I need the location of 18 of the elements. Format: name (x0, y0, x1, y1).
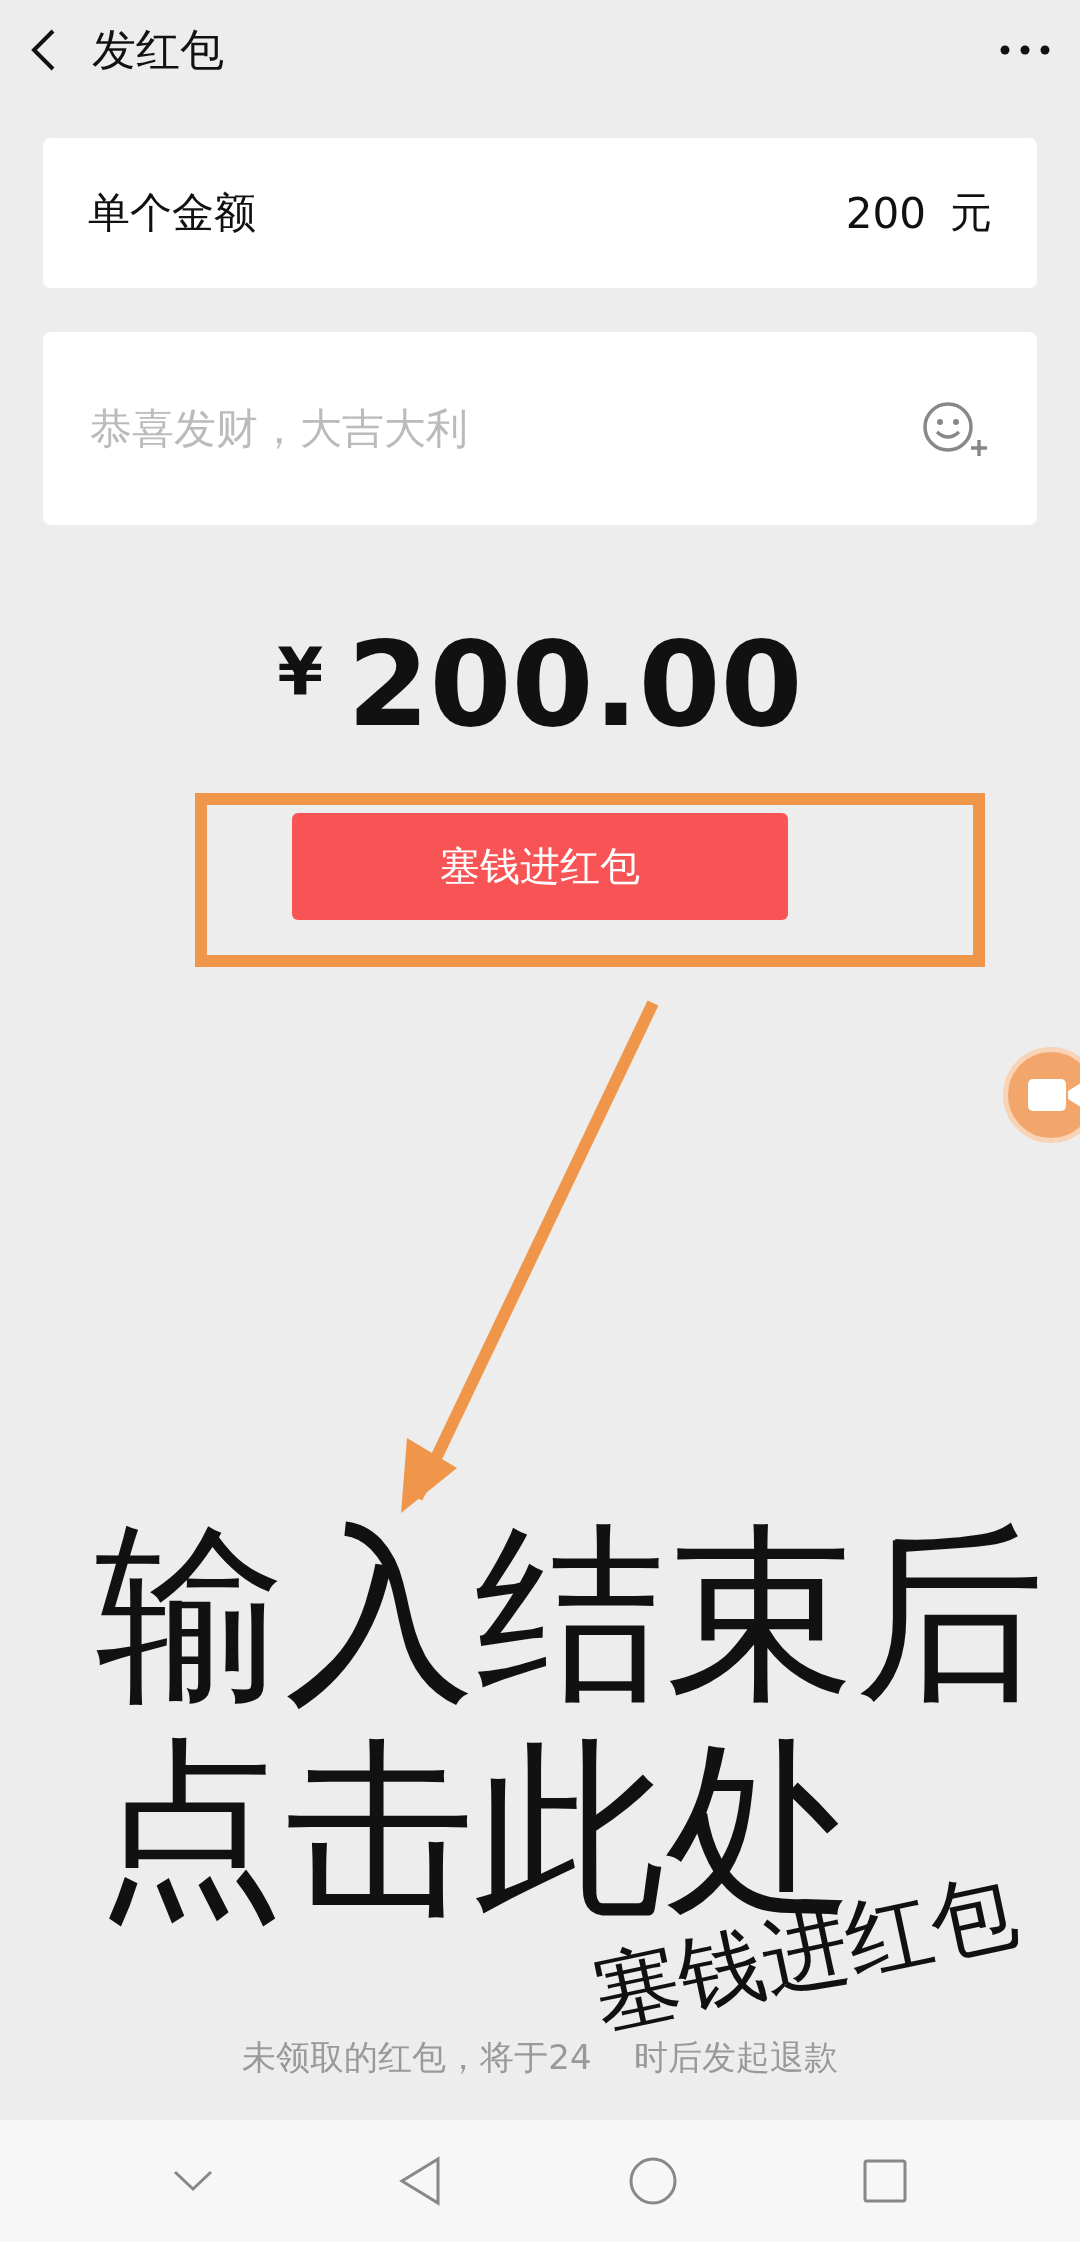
refund-note: 未领取的红包，将于24 (242, 2036, 592, 2079)
recents-icon[interactable] (863, 2159, 908, 2203)
refund-note: 时后发起退款 (633, 2036, 838, 2079)
more-icon[interactable] (1000, 45, 1050, 55)
amount-card[interactable]: 单个金额 200 元 (43, 138, 1037, 288)
home-icon[interactable] (627, 2156, 678, 2206)
page-title: 发红包 (92, 22, 225, 77)
chevron-down-icon[interactable] (172, 2170, 213, 2192)
instruction-text: 输入结束后 (95, 1520, 1045, 1710)
back-icon[interactable] (30, 28, 56, 72)
total-amount: 200.00 (347, 615, 803, 753)
amount-value: 200 (845, 188, 926, 238)
video-camera-icon (1028, 1077, 1080, 1113)
amount-label: 单个金额 (88, 187, 257, 239)
currency-symbol: ¥ (277, 633, 324, 710)
back-nav-icon[interactable] (398, 2156, 443, 2206)
unit-label: 元 (950, 187, 992, 239)
video-call-button[interactable] (1003, 1047, 1080, 1143)
